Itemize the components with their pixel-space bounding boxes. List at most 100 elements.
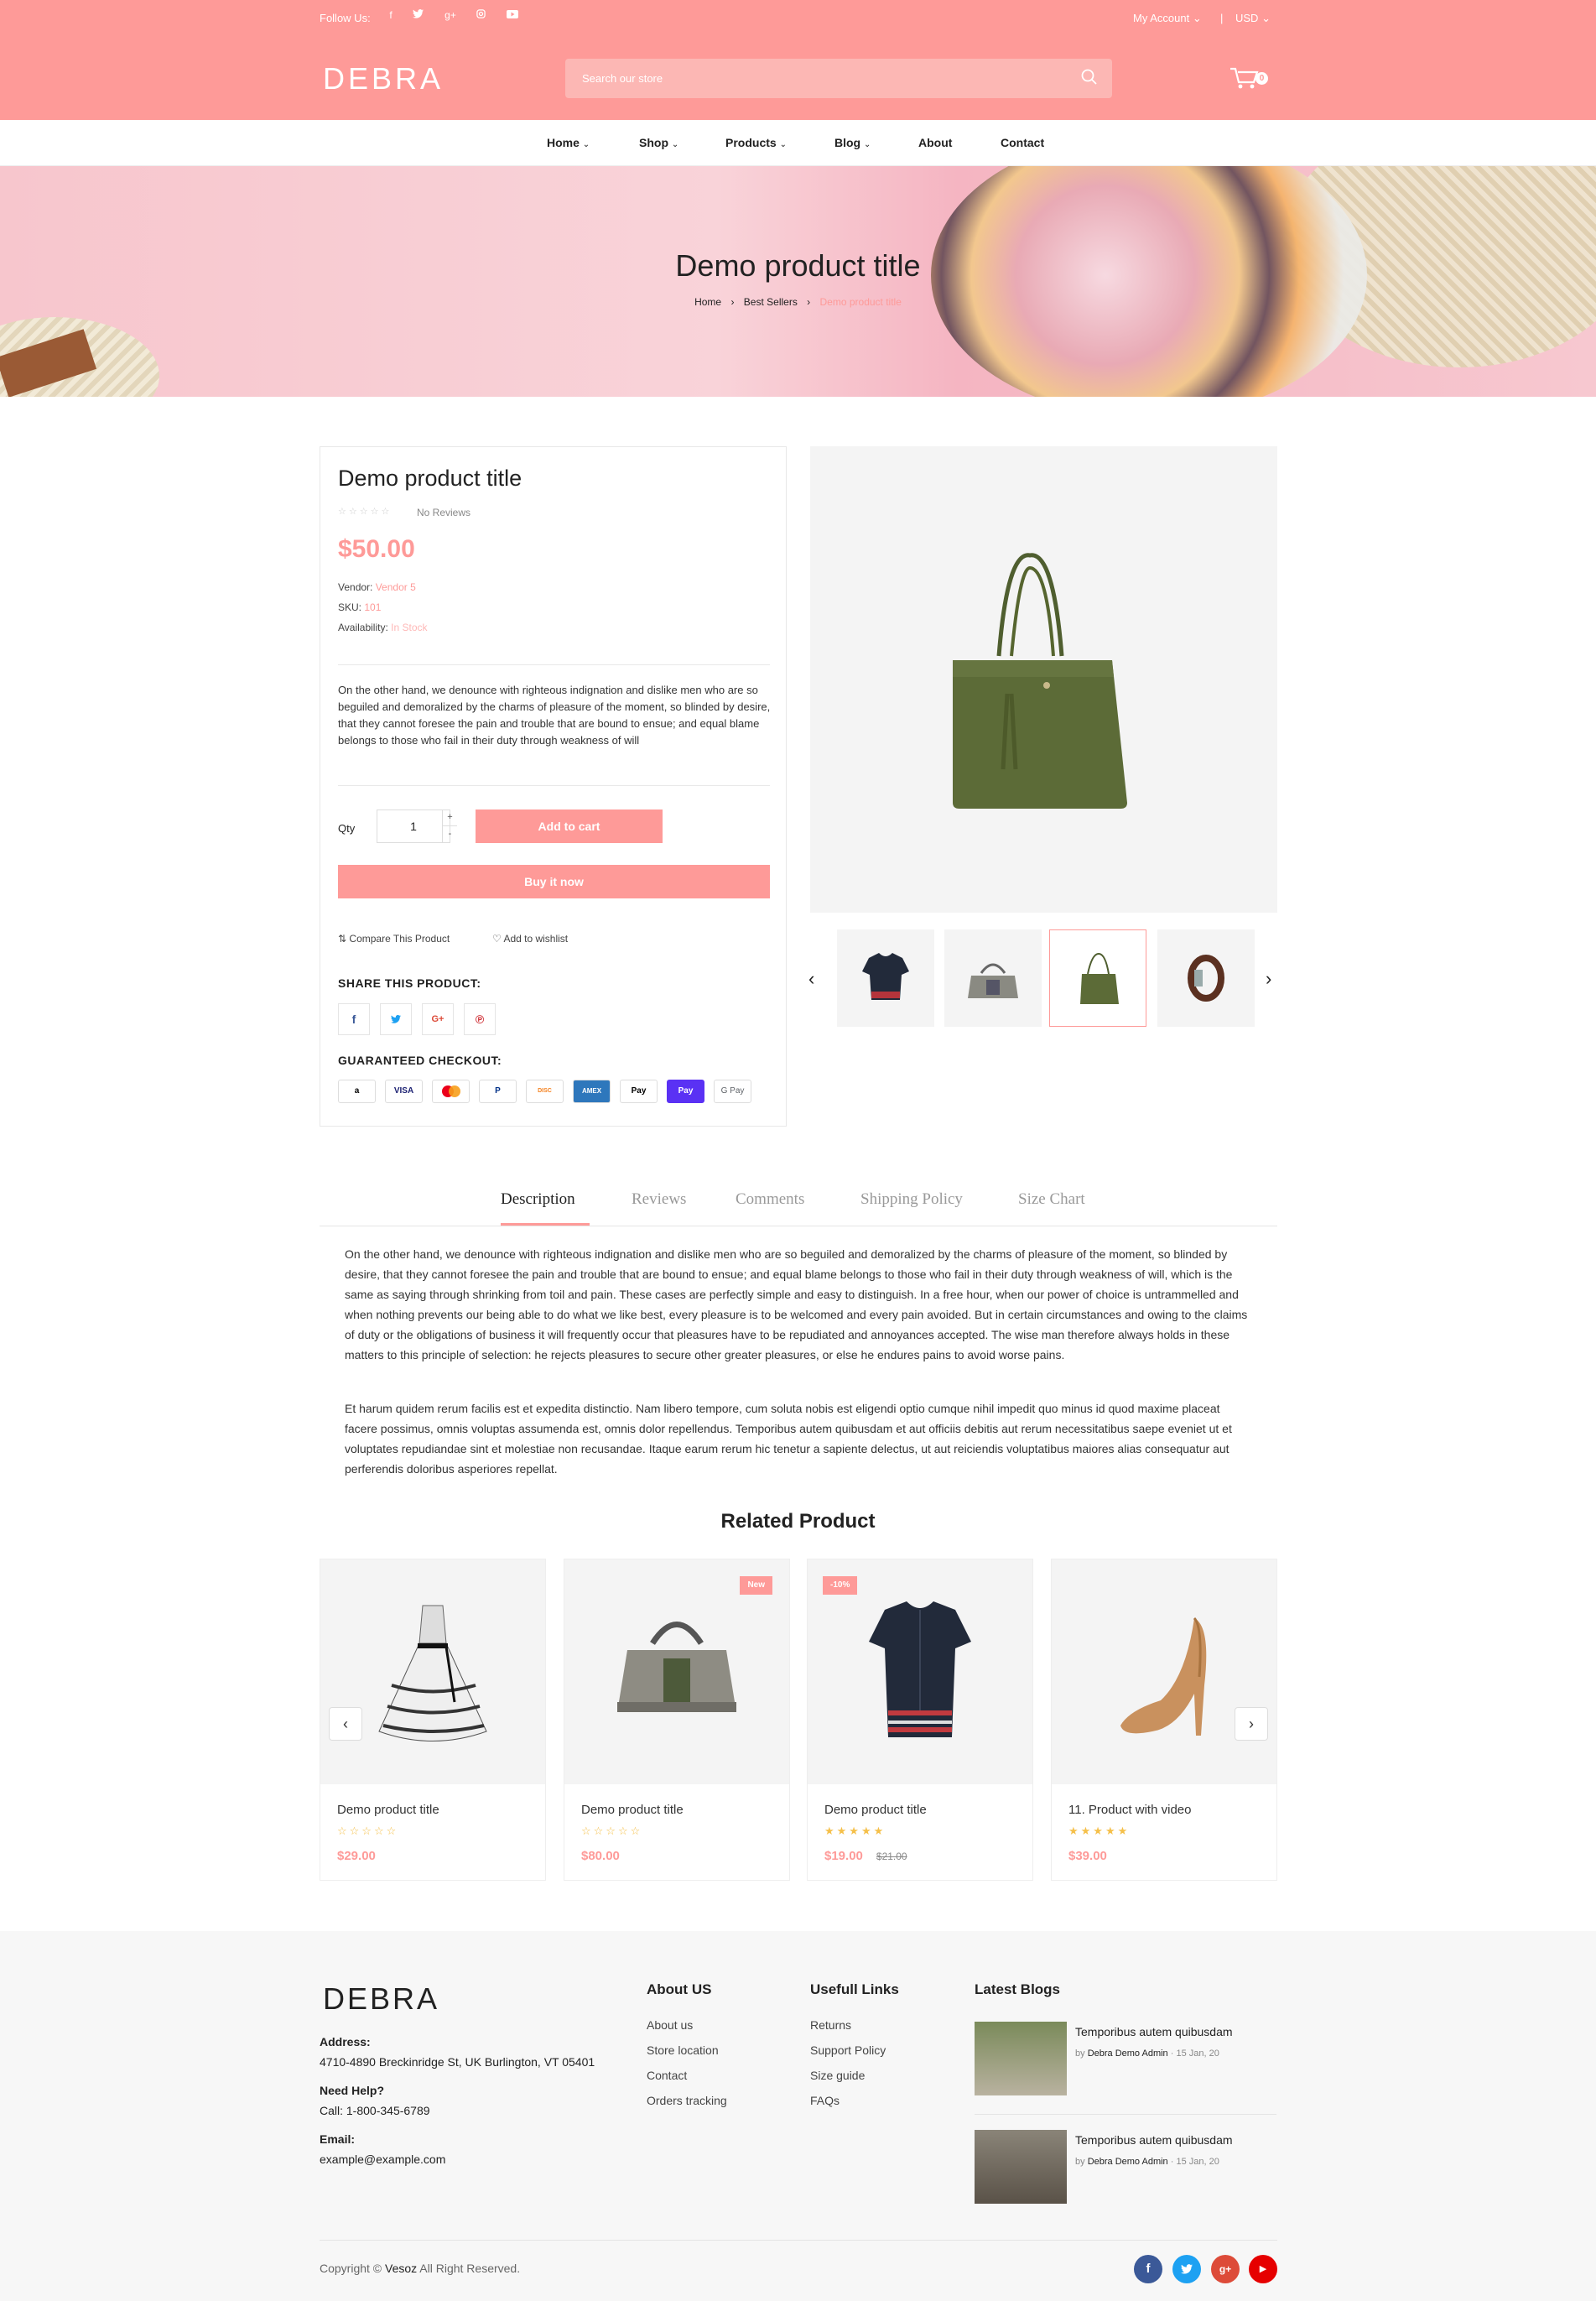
product-card-rating: ★★★★★	[824, 1825, 886, 1837]
logo[interactable]: DEBRA	[323, 61, 444, 96]
footer-link-faqs[interactable]: FAQs	[810, 2094, 840, 2107]
currency-dropdown[interactable]: USD ⌄	[1235, 12, 1271, 25]
thumbnail-tote-active[interactable]	[1049, 929, 1146, 1027]
my-account-dropdown[interactable]: My Account ⌄	[1133, 12, 1202, 25]
sku-row: SKU: 101	[338, 601, 382, 613]
product-card-name[interactable]: Demo product title	[824, 1803, 927, 1817]
share-facebook-icon[interactable]: f	[338, 1003, 370, 1035]
breadcrumb-home[interactable]: Home	[694, 296, 721, 308]
nav-item-products[interactable]: Products ⌄	[725, 136, 787, 149]
top-header: Follow Us: f g+ My Account ⌄ | USD ⌄ DEB…	[0, 0, 1596, 120]
product-main-image[interactable]	[810, 446, 1277, 913]
footer-link-returns[interactable]: Returns	[810, 2018, 851, 2032]
tab-reviews[interactable]: Reviews	[632, 1190, 686, 1209]
product-card-name[interactable]: 11. Product with video	[1068, 1803, 1191, 1817]
email-value[interactable]: example@example.com	[320, 2153, 445, 2166]
buy-now-button[interactable]: Buy it now	[338, 865, 770, 898]
amex-icon: AMEX	[573, 1080, 611, 1103]
blog-thumbnail[interactable]	[975, 2022, 1067, 2095]
add-to-cart-button[interactable]: Add to cart	[476, 810, 663, 843]
mastercard-icon	[432, 1080, 470, 1103]
instagram-icon[interactable]	[472, 9, 489, 21]
vendor-link[interactable]: Vendor 5	[376, 581, 416, 593]
search-input[interactable]: Search our store	[565, 59, 1112, 98]
footer-logo[interactable]: DEBRA	[323, 1981, 439, 2017]
nav-item-home[interactable]: Home ⌄	[547, 136, 590, 149]
compare-icon: ⇅	[338, 933, 347, 945]
twitter-icon[interactable]	[409, 9, 426, 21]
divider	[320, 2240, 1277, 2241]
nav-item-contact[interactable]: Contact	[1001, 136, 1044, 149]
product-card-name[interactable]: Demo product title	[581, 1803, 684, 1817]
footer-link-support-policy[interactable]: Support Policy	[810, 2043, 886, 2057]
thumbnail-handbag[interactable]	[944, 929, 1042, 1027]
wishlist-link[interactable]: ♡ Add to wishlist	[492, 933, 568, 945]
visa-icon: VISA	[385, 1080, 423, 1103]
nav-item-blog[interactable]: Blog ⌄	[834, 136, 871, 149]
facebook-icon[interactable]: f	[382, 9, 399, 21]
thumbnail-belt[interactable]	[1157, 929, 1255, 1027]
footer-link-orders-tracking[interactable]: Orders tracking	[647, 2094, 727, 2107]
main-nav: Home ⌄ Shop ⌄ Products ⌄ Blog ⌄ About Co…	[0, 120, 1596, 166]
product-card-rating: ☆☆☆☆☆	[581, 1825, 643, 1837]
product-card-price: $39.00	[1068, 1849, 1107, 1863]
tab-shipping-policy[interactable]: Shipping Policy	[860, 1190, 963, 1209]
tab-size-chart[interactable]: Size Chart	[1018, 1190, 1085, 1209]
quantity-stepper[interactable]: + -	[442, 810, 457, 843]
page-banner: Demo product title Home › Best Sellers ›…	[0, 166, 1596, 397]
compare-link[interactable]: ⇅ Compare This Product	[338, 933, 450, 945]
search-icon[interactable]	[1080, 68, 1099, 86]
copyright: Copyright © Vesoz All Right Reserved.	[320, 2262, 521, 2275]
product-tabs: Description Reviews Comments Shipping Po…	[320, 1174, 1277, 1226]
product-card-name[interactable]: Demo product title	[337, 1803, 439, 1817]
amazon-pay-icon: a	[338, 1080, 376, 1103]
footer-google-plus-icon[interactable]: g+	[1211, 2255, 1240, 2283]
blog-title[interactable]: Temporibus autem quibusdam	[1075, 2025, 1233, 2038]
thumb-next-arrow[interactable]: ›	[1266, 968, 1271, 990]
product-info-panel: Demo product title ☆☆☆☆☆ No Reviews $50.…	[320, 446, 787, 1127]
rating-stars[interactable]: ☆☆☆☆☆	[338, 506, 392, 517]
footer-link-contact[interactable]: Contact	[647, 2069, 687, 2082]
qty-decrease-button[interactable]: -	[443, 826, 457, 841]
quantity-input[interactable]: 1	[377, 810, 450, 843]
nav-item-about[interactable]: About	[918, 136, 952, 149]
review-count: No Reviews	[417, 507, 471, 518]
footer-facebook-icon[interactable]: f	[1134, 2255, 1162, 2283]
breadcrumb-best-sellers[interactable]: Best Sellers	[744, 296, 798, 308]
footer-youtube-icon[interactable]: ▶	[1249, 2255, 1277, 2283]
product-card[interactable]: -10% Demo product title ★★★★★ $19.00 $21.…	[807, 1559, 1033, 1881]
product-card-image[interactable]	[1052, 1559, 1276, 1784]
footer-twitter-icon[interactable]	[1172, 2255, 1201, 2283]
tote-bag-image	[953, 553, 1127, 809]
tab-description[interactable]: Description	[501, 1190, 575, 1209]
blog-title[interactable]: Temporibus autem quibusdam	[1075, 2133, 1233, 2147]
google-plus-icon[interactable]: g+	[442, 9, 459, 21]
product-card-image[interactable]	[320, 1559, 545, 1784]
copyright-brand-link[interactable]: Vesoz	[385, 2262, 417, 2275]
tab-comments[interactable]: Comments	[736, 1190, 804, 1209]
short-description: On the other hand, we denounce with righ…	[338, 684, 771, 747]
qty-label: Qty	[338, 822, 356, 835]
nav-item-shop[interactable]: Shop ⌄	[639, 136, 678, 149]
discount-badge: -10%	[823, 1576, 858, 1595]
footer-link-about[interactable]: About us	[647, 2018, 693, 2032]
youtube-icon[interactable]	[504, 9, 521, 21]
divider	[338, 664, 770, 665]
description-paragraph-1: On the other hand, we denounce with righ…	[345, 1247, 1248, 1361]
related-prev-arrow[interactable]: ‹	[329, 1707, 362, 1741]
address-label: Address:	[320, 2035, 371, 2049]
product-card-price: $29.00	[337, 1849, 376, 1863]
footer-link-size-guide[interactable]: Size guide	[810, 2069, 865, 2082]
share-twitter-icon[interactable]	[380, 1003, 412, 1035]
qty-increase-button[interactable]: +	[443, 810, 457, 826]
blog-thumbnail[interactable]	[975, 2130, 1067, 2204]
new-badge: New	[740, 1576, 772, 1595]
share-pinterest-icon[interactable]: ℗	[464, 1003, 496, 1035]
thumbnail-shirt[interactable]	[837, 929, 934, 1027]
footer-link-store-location[interactable]: Store location	[647, 2043, 719, 2057]
product-card-price: $80.00	[581, 1849, 620, 1863]
related-next-arrow[interactable]: ›	[1235, 1707, 1268, 1741]
product-card[interactable]: New Demo product title ☆☆☆☆☆ $80.00	[564, 1559, 790, 1881]
share-google-plus-icon[interactable]: G+	[422, 1003, 454, 1035]
thumb-prev-arrow[interactable]: ‹	[808, 968, 814, 990]
